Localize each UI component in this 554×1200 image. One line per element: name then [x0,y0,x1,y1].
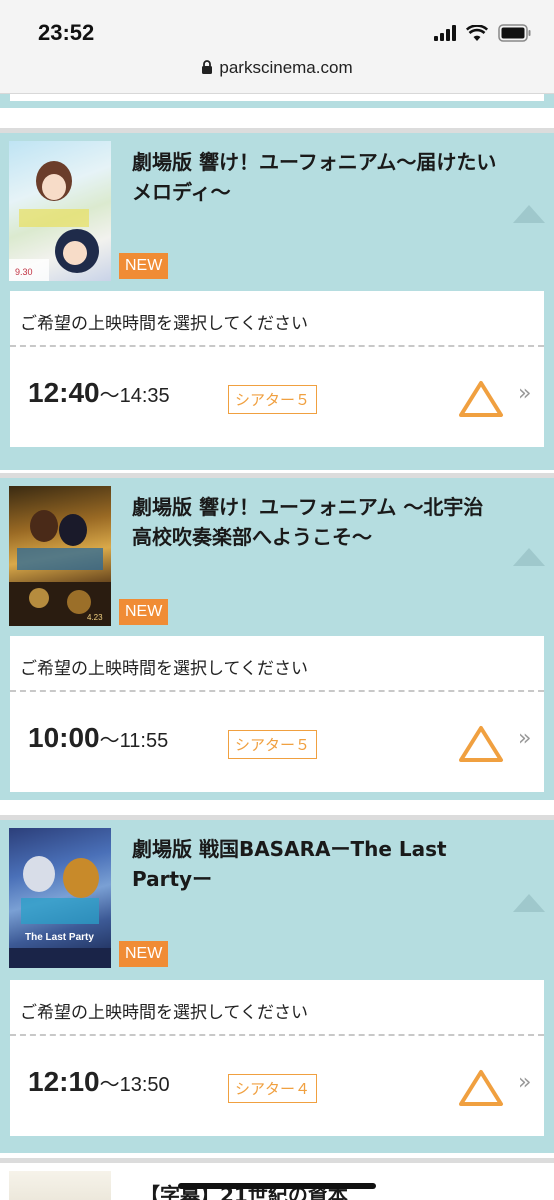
double-chevron-right-icon[interactable]: » [518,1070,531,1095]
end-time: 14:35 [119,385,170,407]
home-indicator[interactable] [178,1183,376,1189]
collapse-arrow-icon[interactable] [513,548,545,566]
previous-card-edge [0,94,554,128]
collapse-arrow-icon[interactable] [513,894,545,912]
divider [10,1034,544,1036]
triangle-icon[interactable] [458,379,504,419]
svg-text:The Last Party: The Last Party [25,932,94,943]
end-time: 11:55 [119,730,169,752]
movie-card: 9.30 NEW 劇場版 響け！ユーフォニアム〜届けたいメロディ〜 ご希望の上映… [0,128,554,470]
divider [10,690,544,692]
lock-icon [202,60,213,74]
new-badge: NEW [119,941,169,967]
triangle-icon[interactable] [458,724,504,764]
theater-label: シアター４ [228,1074,318,1103]
new-badge: NEW [119,253,169,279]
movie-title[interactable]: 劇場版 響け！ユーフォニアム 〜北宇治高校吹奏楽部へようこそ〜 [132,492,502,552]
movie-card: 【字幕】21世紀の資本 [0,1158,554,1200]
battery-icon [498,24,531,42]
start-time: 12:10 [28,1066,100,1097]
end-time: 13:50 [119,1074,170,1096]
time-separator: 〜 [99,1074,120,1096]
double-chevron-right-icon[interactable]: » [518,726,531,751]
showtime-prompt: ご希望の上映時間を選択してください [20,659,308,679]
new-badge: NEW [119,599,169,625]
divider [10,345,544,347]
poster-art-icon: 9.30 [9,161,99,281]
svg-text:4.23: 4.23 [87,613,103,622]
movie-poster[interactable]: 9.30 [9,141,111,281]
time-separator: 〜 [99,730,120,752]
poster-art-icon: 4.23 [9,510,111,626]
showtime-link[interactable]: 12:10〜13:50 [28,1066,170,1098]
movie-title[interactable]: 劇場版 戦国BASARAーThe Last Partyー [132,834,502,894]
wifi-icon [466,24,488,41]
collapse-arrow-icon[interactable] [513,205,545,223]
clock: 23:52 [38,20,95,45]
poster-art-icon: The Last Party [9,856,111,968]
signal-icon [434,25,456,41]
showtime-panel: ご希望の上映時間を選択してください 12:40〜14:35 シアター５ » [10,291,544,447]
url-text: parkscinema.com [219,58,353,77]
movie-poster[interactable] [9,1171,111,1200]
start-time: 12:40 [28,377,100,408]
movie-poster[interactable]: 4.23 [9,486,111,626]
triangle-icon[interactable] [458,1068,504,1108]
address-bar[interactable]: parkscinema.com [0,58,554,78]
start-time: 10:00 [28,722,100,753]
theater-label: シアター５ [228,730,318,759]
movie-title[interactable]: 劇場版 響け！ユーフォニアム〜届けたいメロディ〜 [132,147,502,207]
svg-text:9.30: 9.30 [15,267,33,277]
movie-card: 4.23 NEW 劇場版 響け！ユーフォニアム 〜北宇治高校吹奏楽部へようこそ〜… [0,473,554,800]
showtime-link[interactable]: 10:00〜11:55 [28,722,168,754]
showtime-panel: ご希望の上映時間を選択してください 12:10〜13:50 シアター４ » [10,980,544,1136]
showtime-panel: ご希望の上映時間を選択してください 10:00〜11:55 シアター５ » [10,636,544,792]
time-separator: 〜 [99,385,120,407]
movie-card: The Last Party NEW 劇場版 戦国BASARAーThe Last… [0,815,554,1153]
showtime-prompt: ご希望の上映時間を選択してください [20,1003,308,1023]
system-icons [434,24,532,42]
showtime-prompt: ご希望の上映時間を選択してください [20,314,308,334]
theater-label: シアター５ [228,385,318,414]
status-bar: 23:52 parkscinema.com [0,0,554,94]
showtime-link[interactable]: 12:40〜14:35 [28,377,170,409]
double-chevron-right-icon[interactable]: » [518,381,531,406]
movie-poster[interactable]: The Last Party [9,828,111,968]
